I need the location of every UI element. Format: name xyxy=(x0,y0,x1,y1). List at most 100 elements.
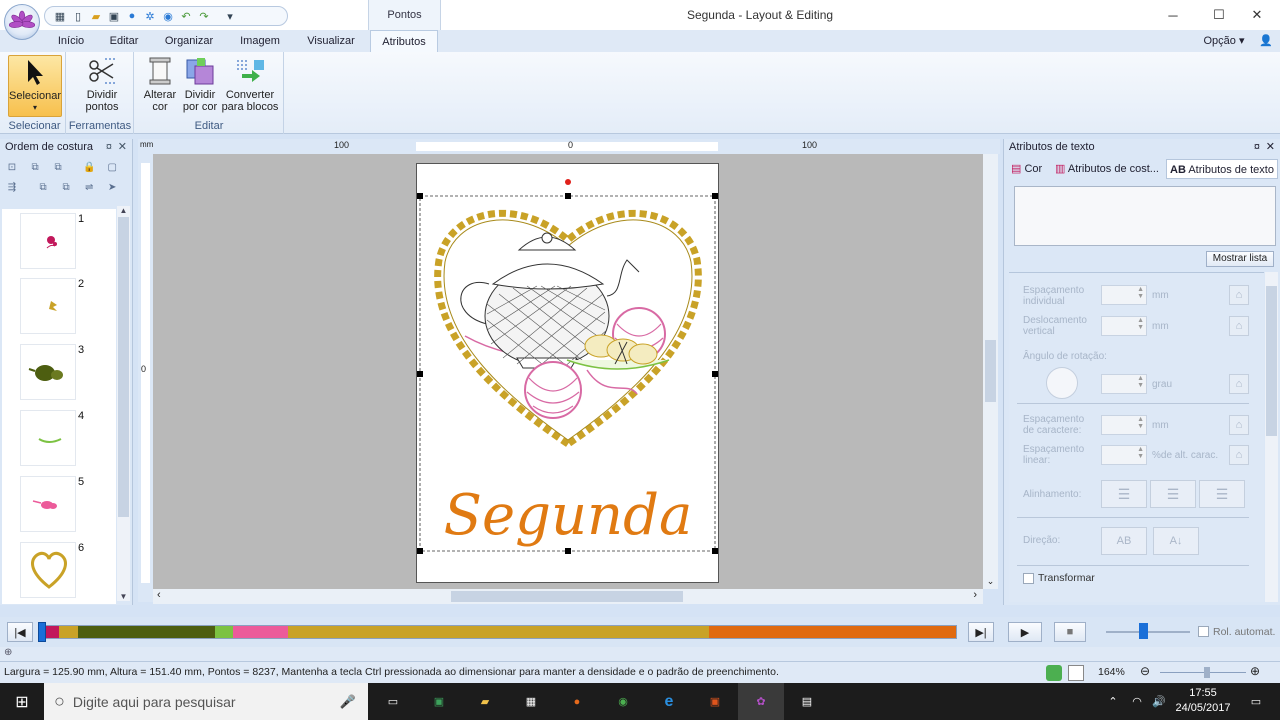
dividir-pontos-button[interactable]: Dividir pontos xyxy=(75,55,129,113)
tab-organizar[interactable]: Organizar xyxy=(158,30,220,52)
alterar-cor-button[interactable]: Alterar cor xyxy=(139,55,181,113)
close-button[interactable]: ✕ xyxy=(1234,0,1280,30)
undo-icon[interactable]: ↶ xyxy=(179,9,193,23)
color-segment[interactable] xyxy=(214,626,234,638)
move-up-icon[interactable]: ⧉ xyxy=(50,159,66,175)
play-button[interactable]: ▶ xyxy=(1008,622,1042,642)
list-item[interactable] xyxy=(20,476,76,532)
close-icon[interactable]: ✕ xyxy=(1266,139,1275,155)
move-top-icon[interactable]: ⧉ xyxy=(27,159,43,175)
fit-icon[interactable]: ⊡ xyxy=(4,159,20,175)
align-right-icon[interactable]: ☰ xyxy=(1199,480,1245,508)
taskbar-search[interactable]: ○ Digite aqui para pesquisar 🎤 xyxy=(44,683,368,720)
dividir-por-cor-button[interactable]: Dividir por cor xyxy=(179,55,221,113)
tab-atributos[interactable]: Atributos xyxy=(370,30,438,52)
taskbar-clock[interactable]: 17:55 24/05/2017 xyxy=(1168,686,1238,716)
speed-slider[interactable] xyxy=(1106,631,1190,633)
list-item[interactable] xyxy=(20,213,76,269)
save-icon[interactable]: ▣ xyxy=(107,9,121,23)
store-icon[interactable]: ▦ xyxy=(508,683,554,720)
list-item[interactable] xyxy=(20,410,76,466)
canvas-vertical-scrollbar[interactable]: ⌄ xyxy=(983,154,998,589)
new-icon[interactable]: ▯ xyxy=(71,9,85,23)
attributes-scrollbar[interactable] xyxy=(1265,272,1278,602)
color-segment[interactable] xyxy=(288,626,709,638)
show-list-button[interactable]: Mostrar lista xyxy=(1206,251,1274,267)
go-start-button[interactable]: |◀ xyxy=(7,622,33,642)
edge-icon[interactable]: e xyxy=(646,683,692,720)
embroidery-design[interactable]: Segunda xyxy=(417,164,720,584)
tab-visualizar[interactable]: Visualizar xyxy=(300,30,362,52)
link-icon[interactable]: ⇌ xyxy=(81,179,97,195)
user-icon[interactable]: 👤 xyxy=(1256,30,1276,52)
merge-icon[interactable]: ⧉ xyxy=(35,179,51,195)
app-menu-button[interactable] xyxy=(4,4,40,40)
go-end-button[interactable]: ▶| xyxy=(968,622,994,642)
pin-icon[interactable]: ¤ xyxy=(106,139,112,155)
notepad-icon[interactable]: ▤ xyxy=(784,683,830,720)
text-input-area[interactable] xyxy=(1014,186,1276,246)
canvas-horizontal-scrollbar[interactable]: ‹ › xyxy=(153,589,983,604)
color-segment[interactable] xyxy=(233,626,289,638)
open-icon[interactable]: ▰ xyxy=(89,9,103,23)
transform-checkbox[interactable] xyxy=(1023,573,1034,584)
frame-icon[interactable]: ▢ xyxy=(104,159,120,175)
lock-icon[interactable]: 🔒 xyxy=(81,159,97,175)
default-icon[interactable]: ⌂ xyxy=(1229,415,1249,435)
file-explorer-icon[interactable]: ▰ xyxy=(462,683,508,720)
chrome-icon[interactable]: ◉ xyxy=(600,683,646,720)
list-item[interactable] xyxy=(20,344,76,400)
line-spacing-input[interactable]: ▲ ▼ xyxy=(1101,445,1147,465)
pin-icon[interactable]: ¤ xyxy=(1254,139,1260,155)
view-icon[interactable]: ◉ xyxy=(161,9,175,23)
auto-scroll-checkbox[interactable] xyxy=(1198,626,1209,637)
design-canvas[interactable]: Segunda xyxy=(153,154,983,589)
list-item[interactable] xyxy=(20,542,76,598)
tab-inicio[interactable]: Início xyxy=(48,30,94,52)
tab-atributos-costura[interactable]: ▥ Atributos de cost... xyxy=(1052,159,1162,179)
action-center-icon[interactable]: ▭ xyxy=(1236,683,1276,720)
stop-button[interactable]: ■ xyxy=(1054,622,1086,642)
rotation-dial[interactable] xyxy=(1046,367,1078,399)
spacing-individual-input[interactable]: ▲ ▼ xyxy=(1101,285,1147,305)
expand-icon[interactable]: ⊕ xyxy=(4,647,12,658)
sort-icon[interactable]: ⇶ xyxy=(4,179,20,195)
tab-imagem[interactable]: Imagem xyxy=(232,30,288,52)
color-segment[interactable] xyxy=(59,626,78,638)
zoom-slider[interactable] xyxy=(1160,672,1246,673)
circle-icon[interactable]: ● xyxy=(125,9,139,23)
redo-icon[interactable]: ↷ xyxy=(197,9,211,23)
scroll-left-icon[interactable]: ‹ xyxy=(157,589,161,601)
zoom-out-icon[interactable]: ⊖ xyxy=(1140,664,1150,678)
gear-icon[interactable]: ✲ xyxy=(143,9,157,23)
playhead-slider[interactable] xyxy=(38,622,46,642)
sewing-order-scrollbar[interactable]: ▲ ▼ xyxy=(117,206,130,601)
direction-horizontal-button[interactable]: AB xyxy=(1101,527,1147,555)
office-icon[interactable]: ▣ xyxy=(692,683,738,720)
direction-vertical-button[interactable]: A↓ xyxy=(1153,527,1199,555)
evernote-icon[interactable]: ▣ xyxy=(416,683,462,720)
context-tab-pontos[interactable]: Pontos xyxy=(368,0,441,30)
scroll-right-icon[interactable]: › xyxy=(973,589,977,601)
char-spacing-input[interactable]: ▲ ▼ xyxy=(1101,415,1147,435)
align-center-icon[interactable]: ☰ xyxy=(1150,480,1196,508)
sewing-order-list[interactable]: 1 2 3 4 5 6 xyxy=(2,209,116,604)
split-icon[interactable]: ⧉ xyxy=(58,179,74,195)
microphone-icon[interactable]: 🎤 xyxy=(340,694,356,710)
zoom-slider-thumb[interactable] xyxy=(1204,667,1210,678)
pointer-icon[interactable]: ➤ xyxy=(104,179,120,195)
converter-blocos-button[interactable]: Converter para blocos xyxy=(219,55,281,113)
windows-start-icon[interactable]: ⊞ xyxy=(0,683,44,720)
default-icon[interactable]: ⌂ xyxy=(1229,445,1249,465)
grid-icon[interactable]: ▦ xyxy=(53,9,67,23)
firefox-icon[interactable]: ● xyxy=(554,683,600,720)
zoom-in-icon[interactable]: ⊕ xyxy=(1250,664,1260,678)
option-menu[interactable]: Opção ▾ xyxy=(1200,30,1248,52)
grid-toggle-icon[interactable] xyxy=(1046,665,1062,681)
scroll-thumb[interactable] xyxy=(451,591,683,602)
default-icon[interactable]: ⌂ xyxy=(1229,374,1249,394)
default-icon[interactable]: ⌂ xyxy=(1229,285,1249,305)
tab-cor[interactable]: ▤ Cor xyxy=(1008,159,1045,179)
embroidery-app-icon[interactable]: ✿ xyxy=(738,683,784,720)
color-sequence-bar[interactable] xyxy=(40,625,957,639)
